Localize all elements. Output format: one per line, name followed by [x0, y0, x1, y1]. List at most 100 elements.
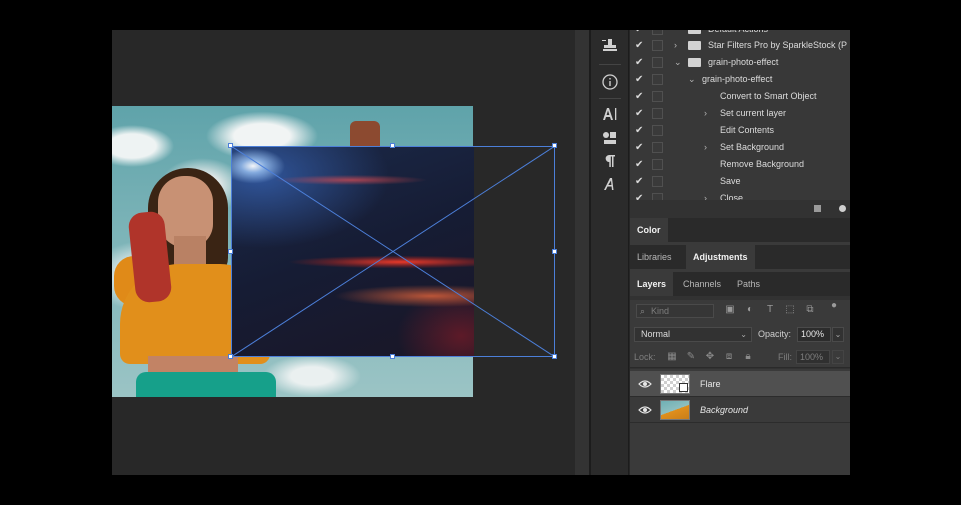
lock-image-icon[interactable]: ✎: [685, 350, 697, 364]
layer-thumbnail[interactable]: [660, 374, 690, 394]
action-label: grain-photo-effect: [708, 57, 779, 67]
action-checkmark-icon[interactable]: ✔: [635, 105, 647, 122]
transform-handle-top-left[interactable]: [228, 143, 233, 148]
type-filter-icon[interactable]: T: [764, 304, 776, 316]
tab-channels[interactable]: Channels: [676, 272, 728, 296]
eye-icon[interactable]: [638, 379, 652, 389]
stop-icon[interactable]: [814, 205, 821, 212]
chevron-down-icon[interactable]: ⌄: [674, 54, 682, 71]
right-panels: ✔ Default Actions ✔ › Star Filters Pro b…: [630, 30, 850, 475]
chevron-right-icon[interactable]: ›: [704, 190, 707, 200]
action-dialog-toggle[interactable]: [652, 193, 663, 200]
action-dialog-toggle[interactable]: [652, 57, 663, 68]
action-dialog-toggle[interactable]: [652, 142, 663, 153]
layer-thumbnail[interactable]: [660, 400, 690, 420]
action-checkmark-icon[interactable]: ✔: [635, 71, 647, 88]
image-filter-icon[interactable]: ▣: [724, 304, 736, 316]
chevron-right-icon[interactable]: ›: [704, 139, 707, 156]
fill-input[interactable]: 100%: [796, 350, 830, 364]
layer-row-background[interactable]: Background: [630, 397, 850, 423]
smart-object-filter-icon[interactable]: ⧉: [804, 304, 816, 316]
action-item[interactable]: ✔ › Close: [630, 190, 850, 200]
stamp-icon[interactable]: [600, 38, 620, 56]
smart-object-badge-icon: [679, 383, 688, 392]
transform-handle-left[interactable]: [228, 249, 233, 254]
chevron-right-icon[interactable]: ›: [704, 105, 707, 122]
transform-handle-top-right[interactable]: [552, 143, 557, 148]
action-dialog-toggle[interactable]: [652, 176, 663, 187]
actions-panel-list[interactable]: ✔ Default Actions ✔ › Star Filters Pro b…: [630, 30, 850, 200]
blend-mode-select[interactable]: Normal ⌄: [634, 327, 752, 342]
tab-adjustments[interactable]: Adjustments: [686, 245, 755, 269]
canvas-scrollbar[interactable]: [575, 30, 589, 475]
tab-color[interactable]: Color: [630, 218, 668, 242]
action-checkmark-icon[interactable]: ✔: [635, 139, 647, 156]
document-canvas[interactable]: [112, 30, 575, 475]
action-checkmark-icon[interactable]: ✔: [635, 122, 647, 139]
free-transform-box[interactable]: [231, 146, 555, 357]
action-checkmark-icon[interactable]: ✔: [635, 37, 647, 54]
action-item[interactable]: ✔ Remove Background: [630, 156, 850, 173]
opacity-label: Opacity:: [758, 329, 792, 339]
action-item[interactable]: ✔ Save: [630, 173, 850, 190]
action-label: grain-photo-effect: [702, 74, 773, 84]
action-item[interactable]: ✔ › Set Background: [630, 139, 850, 156]
action-dialog-toggle[interactable]: [652, 159, 663, 170]
chevron-down-icon[interactable]: ⌄: [832, 350, 844, 364]
chevron-right-icon[interactable]: ›: [674, 37, 677, 54]
transform-handle-top[interactable]: [390, 143, 395, 148]
tab-layers[interactable]: Layers: [630, 272, 674, 296]
tool-divider: [599, 98, 621, 99]
shape-filter-icon[interactable]: ⬚: [784, 304, 796, 316]
layers-panel-header: Layers Channels Paths: [630, 272, 850, 296]
transform-handle-bottom-right[interactable]: [552, 354, 557, 359]
lock-artboard-icon[interactable]: ⧈: [723, 350, 735, 364]
action-dialog-toggle[interactable]: [652, 125, 663, 136]
action-dialog-toggle[interactable]: [652, 108, 663, 119]
transform-handle-bottom-left[interactable]: [228, 354, 233, 359]
opacity-input[interactable]: 100%: [797, 327, 831, 342]
glyphs-icon[interactable]: [600, 176, 620, 194]
character-icon[interactable]: [600, 106, 620, 124]
lock-position-icon[interactable]: ✥: [704, 350, 716, 364]
adjustments-panel-header: Libraries Adjustments: [630, 245, 850, 269]
action-item[interactable]: ✔ ⌄ grain-photo-effect: [630, 54, 850, 71]
actions-footer: [630, 200, 850, 218]
action-item[interactable]: ✔ Convert to Smart Object: [630, 88, 850, 105]
chevron-down-icon[interactable]: ⌄: [832, 327, 844, 342]
layer-row-flare[interactable]: Flare: [630, 371, 850, 397]
swatches-icon[interactable]: [600, 130, 620, 148]
layer-name[interactable]: Flare: [700, 371, 721, 397]
record-icon[interactable]: [839, 205, 846, 212]
layer-name[interactable]: Background: [700, 397, 748, 423]
lock-all-icon[interactable]: 🔒︎: [742, 350, 754, 364]
action-dialog-toggle[interactable]: [652, 30, 663, 35]
chevron-down-icon[interactable]: ⌄: [688, 71, 696, 88]
action-dialog-toggle[interactable]: [652, 74, 663, 85]
lock-fill-row: Lock: ▦ ✎ ✥ ⧈ 🔒︎ Fill: 100% ⌄: [630, 346, 850, 368]
eye-icon[interactable]: [638, 405, 652, 415]
tab-paths[interactable]: Paths: [730, 272, 767, 296]
filter-toggle-icon[interactable]: ●: [828, 300, 840, 312]
action-dialog-toggle[interactable]: [652, 91, 663, 102]
photoshop-window: ✔ Default Actions ✔ › Star Filters Pro b…: [112, 30, 850, 475]
action-item[interactable]: ✔ › Star Filters Pro by SparkleStock (P: [630, 37, 850, 54]
action-item[interactable]: ✔ Edit Contents: [630, 122, 850, 139]
paragraph-icon[interactable]: [600, 153, 620, 171]
action-label: Star Filters Pro by SparkleStock (P: [708, 40, 848, 50]
action-checkmark-icon[interactable]: ✔: [635, 54, 647, 71]
action-item[interactable]: ✔ ⌄ grain-photo-effect: [630, 71, 850, 88]
adjustment-filter-icon[interactable]: ◐: [744, 304, 756, 316]
action-checkmark-icon[interactable]: ✔: [635, 156, 647, 173]
action-checkmark-icon[interactable]: ✔: [635, 88, 647, 105]
action-checkmark-icon[interactable]: ✔: [635, 173, 647, 190]
info-icon[interactable]: [600, 73, 620, 91]
action-item[interactable]: ✔ › Set current layer: [630, 105, 850, 122]
tab-libraries[interactable]: Libraries: [630, 245, 679, 269]
action-checkmark-icon[interactable]: ✔: [635, 190, 647, 200]
transform-handle-right[interactable]: [552, 249, 557, 254]
action-dialog-toggle[interactable]: [652, 40, 663, 51]
transform-handle-bottom[interactable]: [390, 354, 395, 359]
lock-transparent-icon[interactable]: ▦: [666, 350, 678, 364]
kind-filter-select[interactable]: ⌕ Kind: [636, 304, 714, 318]
